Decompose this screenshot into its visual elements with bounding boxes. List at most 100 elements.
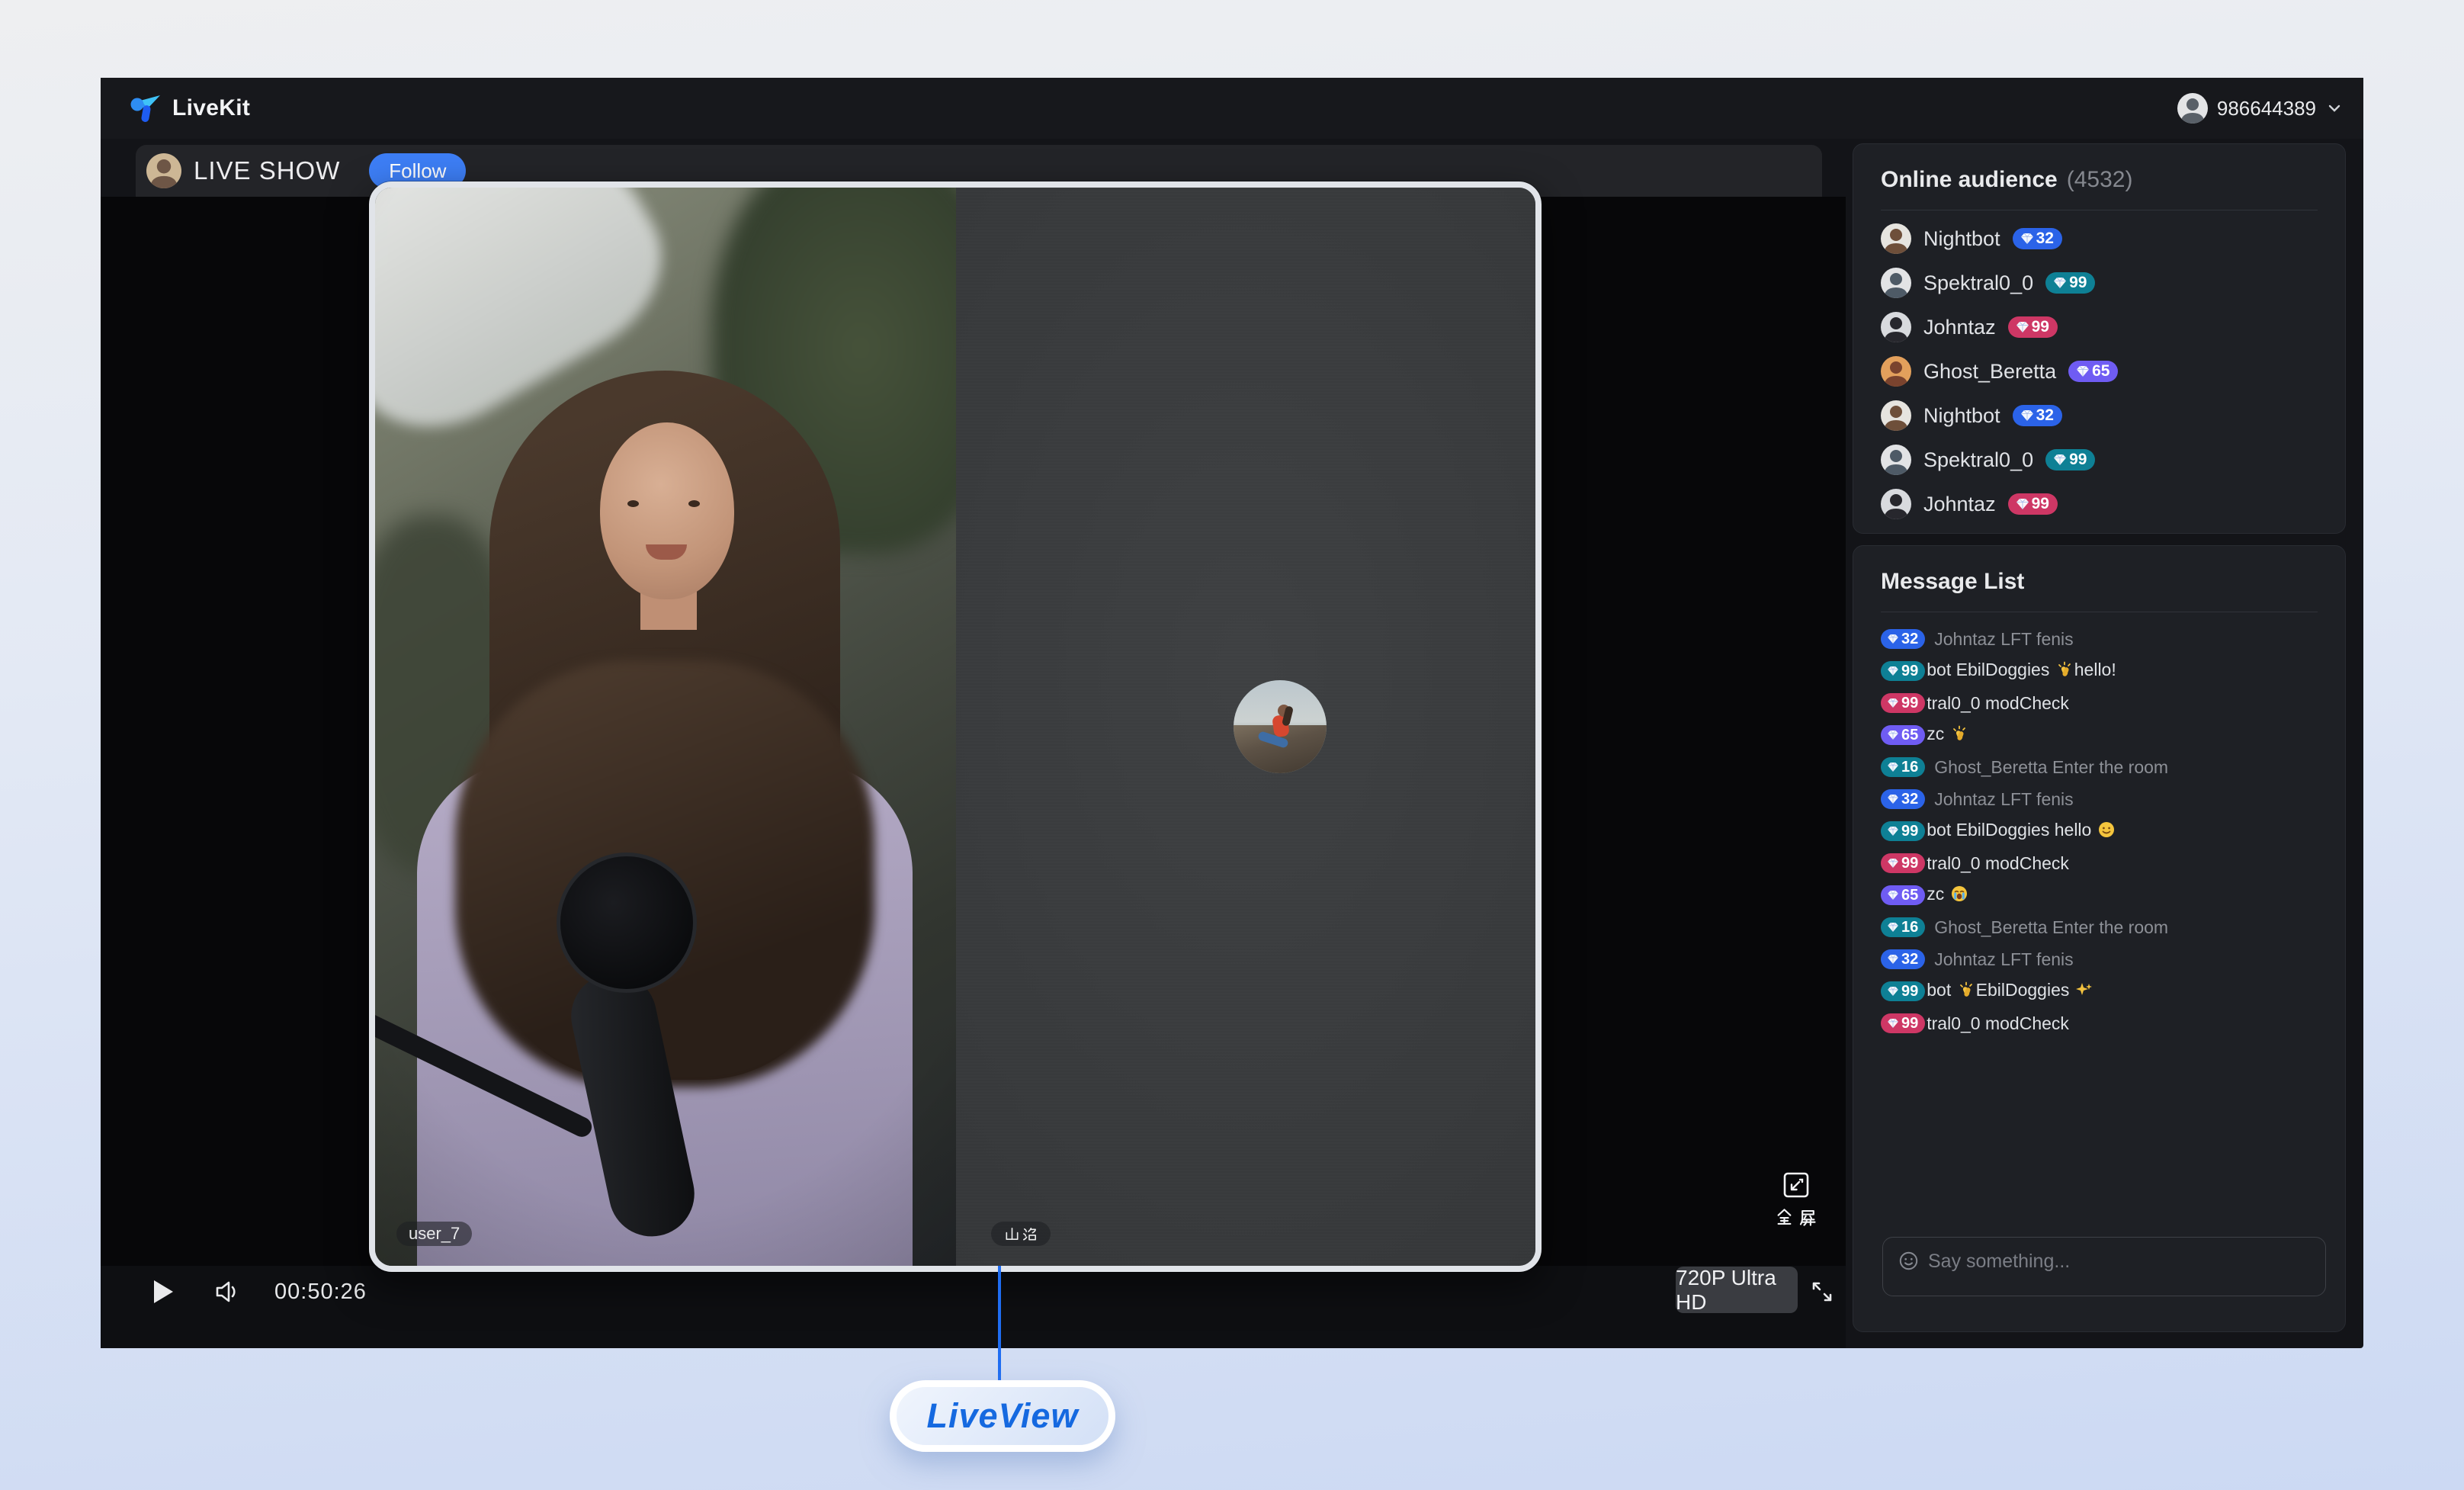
badge-count: 32 xyxy=(1901,630,1919,647)
gift-badge: 16 xyxy=(1881,917,1926,937)
gift-badge: 99 xyxy=(1881,981,1926,1001)
diamond-icon xyxy=(2077,366,2090,377)
chat-message-row: 99 tral0_0 modCheck xyxy=(1853,847,2345,879)
audience-member-row[interactable]: Spektral0_0 99 xyxy=(1853,438,2345,482)
play-button[interactable] xyxy=(146,1275,180,1309)
badge-count: 32 xyxy=(1901,950,1919,968)
message-text: zc xyxy=(1927,724,1968,747)
gift-badge: 99 xyxy=(2007,493,2058,515)
account-id: 986644389 xyxy=(2216,96,2316,120)
fullscreen-label xyxy=(1774,1207,1818,1228)
account-avatar xyxy=(2177,93,2208,124)
member-avatar xyxy=(1881,400,1911,431)
member-avatar xyxy=(1881,445,1911,475)
audience-count: (4532) xyxy=(2066,167,2133,192)
expand-button[interactable] xyxy=(1805,1275,1839,1309)
diamond-icon xyxy=(1888,827,1898,836)
messages-title: Message List xyxy=(1881,569,2025,594)
liveview-badge: LiveView xyxy=(890,1380,1115,1452)
account-menu[interactable]: 986644389 xyxy=(2177,93,2344,124)
message-text: bot EbilDoggies hello! xyxy=(1927,660,2116,679)
audience-member-row[interactable]: Johntaz 99 xyxy=(1853,305,2345,349)
message-text: Johntaz LFT fenis xyxy=(1934,788,2074,809)
message-list-panel: Message List 32 Johntaz LFT fenis 99 bot… xyxy=(1853,545,2346,1332)
message-text: Ghost_Beretta Enter the room xyxy=(1934,756,2169,777)
local-video-pane: user_7 xyxy=(375,188,956,1266)
chat-input[interactable] xyxy=(1928,1251,2310,1273)
fullscreen-control[interactable] xyxy=(1774,1170,1818,1228)
diamond-icon xyxy=(1888,763,1898,772)
speaker-icon xyxy=(216,1281,236,1302)
diamond-icon xyxy=(1888,987,1898,996)
message-text: Johntaz LFT fenis xyxy=(1934,949,2074,969)
audience-member-row[interactable]: Ghost_Beretta 65 xyxy=(1853,349,2345,393)
audience-list: Nightbot 32 Spektral0_0 99 Johntaz 99 Gh… xyxy=(1853,217,2345,526)
badge-count: 16 xyxy=(1901,918,1919,936)
diamond-icon xyxy=(2016,322,2029,332)
diamond-icon xyxy=(1888,731,1898,740)
gift-badge: 32 xyxy=(2012,405,2062,426)
message-text: tral0_0 modCheck xyxy=(1927,1013,2069,1033)
chat-message-row: 32 Johntaz LFT fenis xyxy=(1853,623,2345,655)
member-name: Nightbot xyxy=(1923,403,2000,427)
chat-input-box[interactable] xyxy=(1882,1237,2326,1296)
message-list: 32 Johntaz LFT fenis 99 bot EbilDoggies … xyxy=(1853,623,2345,1039)
quality-selector[interactable]: 720P Ultra HD xyxy=(1676,1266,1798,1314)
smiley-icon xyxy=(1899,1251,1918,1270)
member-avatar xyxy=(1881,223,1911,254)
member-name: Johntaz xyxy=(1923,492,1996,515)
member-name: Nightbot xyxy=(1923,226,2000,250)
gift-badge: 99 xyxy=(2045,449,2096,470)
chat-message-row: 16 Ghost_Beretta Enter the room xyxy=(1853,911,2345,943)
gift-badge: 99 xyxy=(1881,693,1926,713)
member-avatar xyxy=(1881,312,1911,342)
audience-member-row[interactable]: Spektral0_0 99 xyxy=(1853,261,2345,305)
diamond-icon xyxy=(2016,499,2029,509)
remote-name-tag xyxy=(991,1222,1051,1246)
gift-badge: 65 xyxy=(1881,885,1926,905)
badge-count: 99 xyxy=(2031,495,2049,512)
streamer-avatar xyxy=(146,153,181,188)
diamond-icon xyxy=(2054,278,2067,288)
audience-member-row[interactable]: Nightbot 32 xyxy=(1853,217,2345,261)
member-name: Spektral0_0 xyxy=(1923,271,2034,294)
volume-button[interactable] xyxy=(210,1275,244,1309)
smile-emoji xyxy=(2098,822,2114,837)
badge-count: 65 xyxy=(1901,886,1919,904)
chat-message-row: 32 Johntaz LFT fenis xyxy=(1853,943,2345,975)
gift-badge: 99 xyxy=(1881,853,1926,873)
diamond-icon xyxy=(1888,1019,1898,1028)
badge-count: 99 xyxy=(1901,854,1919,872)
expand-icon xyxy=(1812,1282,1832,1302)
badge-count: 65 xyxy=(1901,726,1919,743)
player-controls: 00:50:26 720P Ultra HD xyxy=(101,1266,1846,1348)
top-bar: LiveKit 986644389 xyxy=(101,78,2363,139)
member-name: Johntaz xyxy=(1923,315,1996,339)
chat-message-row: 99 bot EbilDoggies hello xyxy=(1853,815,2345,847)
online-audience-panel: Online audience (4532) Nightbot 32 Spekt… xyxy=(1853,143,2346,534)
chat-message-row: 32 Johntaz LFT fenis xyxy=(1853,783,2345,815)
gift-badge: 65 xyxy=(2068,361,2119,382)
badge-count: 99 xyxy=(2031,318,2049,336)
audience-title: Online audience xyxy=(1881,167,2058,192)
chat-message-row: 99 bot EbilDoggies xyxy=(1853,975,2345,1007)
badge-count: 99 xyxy=(1901,1014,1919,1032)
message-text: Johntaz LFT fenis xyxy=(1934,628,2074,649)
gift-badge: 32 xyxy=(1881,629,1926,649)
chat-message-row: 65 zc xyxy=(1853,879,2345,911)
diamond-icon xyxy=(1888,634,1898,644)
badge-count: 99 xyxy=(1901,662,1919,679)
gift-badge: 32 xyxy=(1881,949,1926,969)
brand-name: LiveKit xyxy=(172,95,251,120)
audience-member-row[interactable]: Johntaz 99 xyxy=(1853,482,2345,526)
callout-connector xyxy=(998,1266,1001,1383)
badge-count: 99 xyxy=(2069,451,2087,468)
gift-badge: 99 xyxy=(2007,316,2058,338)
audience-member-row[interactable]: Nightbot 32 xyxy=(1853,393,2345,438)
brand: LiveKit xyxy=(130,93,250,124)
gift-badge: 16 xyxy=(1881,757,1926,777)
gift-badge: 99 xyxy=(2045,272,2096,294)
stream-title: LIVE SHOW xyxy=(194,156,341,185)
badge-count: 99 xyxy=(1901,822,1919,840)
message-text: bot EbilDoggies xyxy=(1927,980,2094,1003)
